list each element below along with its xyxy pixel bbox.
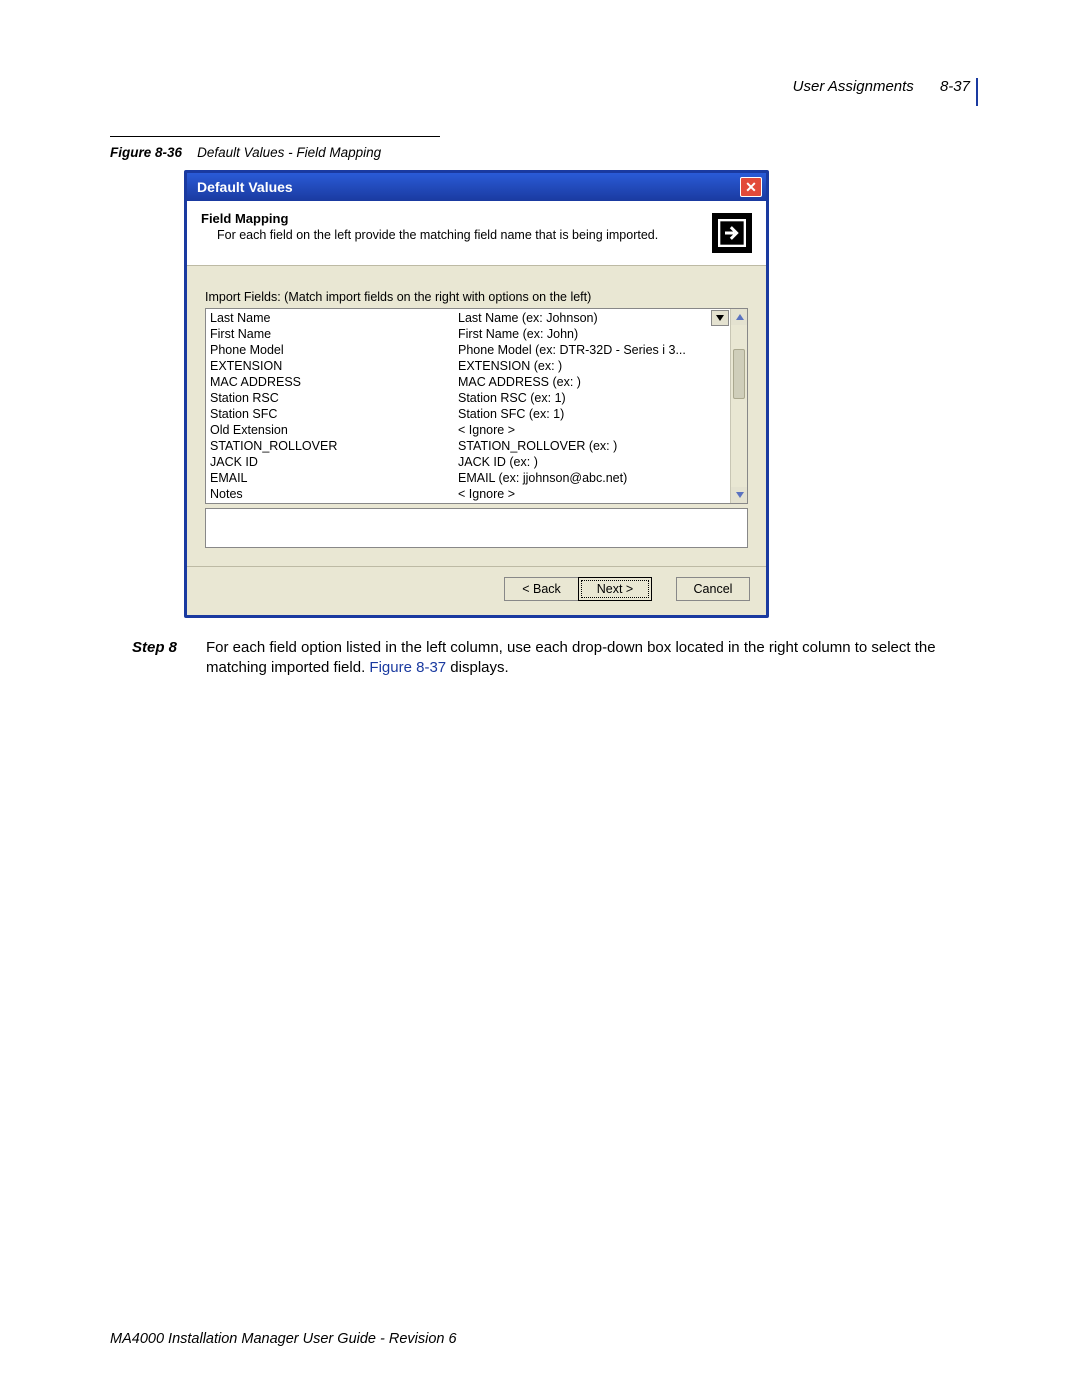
mapped-value-cell[interactable]: MAC ADDRESS (ex: ) <box>457 374 729 390</box>
field-name-cell: Notes <box>209 486 457 502</box>
figure-number: Figure 8-36 <box>110 145 182 160</box>
dialog-title: Default Values <box>197 179 740 195</box>
header-page-number: 8-37 <box>940 78 970 95</box>
figure-caption-rule <box>110 136 440 137</box>
header-rule <box>976 78 978 106</box>
table-row[interactable]: MAC ADDRESSMAC ADDRESS (ex: ) <box>209 374 729 390</box>
scroll-down-button[interactable] <box>731 487 748 503</box>
table-row[interactable]: Station RSCStation RSC (ex: 1) <box>209 390 729 406</box>
details-box <box>205 508 748 548</box>
next-button[interactable]: Next > <box>578 577 652 601</box>
step-text-part-2: displays. <box>446 659 509 676</box>
mapped-value-cell[interactable]: Station SFC (ex: 1) <box>457 406 729 422</box>
table-row[interactable]: EXTENSIONEXTENSION (ex: ) <box>209 358 729 374</box>
table-row[interactable]: Station SFCStation SFC (ex: 1) <box>209 406 729 422</box>
chevron-down-icon <box>736 492 744 498</box>
step-text-part-1: For each field option listed in the left… <box>206 639 936 676</box>
field-name-cell: Station RSC <box>209 390 457 406</box>
import-fields-label: Import Fields: (Match import fields on t… <box>205 290 748 304</box>
scroll-thumb[interactable] <box>733 349 745 399</box>
mapped-value-cell[interactable]: < Ignore > <box>457 486 729 502</box>
mapped-value-cell[interactable]: Phone Model (ex: DTR-32D - Series i 3... <box>457 342 729 358</box>
table-row[interactable]: Last NameLast Name (ex: Johnson) <box>209 310 729 326</box>
dropdown-arrow-button[interactable] <box>711 310 729 326</box>
wizard-header-description: For each field on the left provide the m… <box>217 228 702 242</box>
close-icon: ✕ <box>745 179 757 196</box>
mapped-value-cell[interactable]: Last Name (ex: Johnson) <box>457 310 729 326</box>
arrow-right-box-icon <box>718 219 746 247</box>
back-button[interactable]: < Back <box>504 577 578 601</box>
table-row[interactable]: Notes< Ignore > <box>209 486 729 502</box>
step-label: Step 8 <box>132 638 206 679</box>
mapped-value-cell[interactable]: EMAIL (ex: jjohnson@abc.net) <box>457 470 729 486</box>
table-row[interactable]: STATION_ROLLOVERSTATION_ROLLOVER (ex: ) <box>209 438 729 454</box>
step-text: For each field option listed in the left… <box>206 638 970 679</box>
mapped-value-cell[interactable]: STATION_ROLLOVER (ex: ) <box>457 438 729 454</box>
field-name-cell: JACK ID <box>209 454 457 470</box>
wizard-icon <box>712 213 752 253</box>
table-row[interactable]: Phone ModelPhone Model (ex: DTR-32D - Se… <box>209 342 729 358</box>
wizard-header: Field Mapping For each field on the left… <box>187 201 766 266</box>
table-row[interactable]: EMAILEMAIL (ex: jjohnson@abc.net) <box>209 470 729 486</box>
header-section-title: User Assignments <box>793 78 914 95</box>
figure-caption: Figure 8-36 Default Values - Field Mappi… <box>110 145 970 160</box>
chevron-up-icon <box>736 314 744 320</box>
dialog-default-values: Default Values ✕ Field Mapping For each … <box>184 170 769 618</box>
field-name-cell: First Name <box>209 326 457 342</box>
field-name-cell: Station SFC <box>209 406 457 422</box>
field-name-cell: EXTENSION <box>209 358 457 374</box>
grid-scrollbar[interactable] <box>730 309 747 503</box>
mapped-value-cell[interactable]: JACK ID (ex: ) <box>457 454 729 470</box>
mapped-value-cell[interactable]: EXTENSION (ex: ) <box>457 358 729 374</box>
mapped-value-cell[interactable]: Station RSC (ex: 1) <box>457 390 729 406</box>
mapped-value-cell[interactable]: First Name (ex: John) <box>457 326 729 342</box>
titlebar[interactable]: Default Values ✕ <box>187 173 766 201</box>
table-row[interactable]: First NameFirst Name (ex: John) <box>209 326 729 342</box>
mapped-value-cell[interactable]: < Ignore > <box>457 422 729 438</box>
dialog-footer: < Back Next > Cancel <box>187 567 766 615</box>
field-name-cell: Phone Model <box>209 342 457 358</box>
field-name-cell: STATION_ROLLOVER <box>209 438 457 454</box>
table-row[interactable]: JACK IDJACK ID (ex: ) <box>209 454 729 470</box>
field-name-cell: MAC ADDRESS <box>209 374 457 390</box>
page-header: User Assignments 8-37 <box>793 78 970 95</box>
chevron-down-icon <box>716 315 724 321</box>
figure-reference[interactable]: Figure 8-37 <box>369 659 446 676</box>
step-8-block: Step 8 For each field option listed in t… <box>132 638 970 679</box>
close-button[interactable]: ✕ <box>740 177 762 197</box>
field-name-cell: EMAIL <box>209 470 457 486</box>
scroll-up-button[interactable] <box>731 309 748 325</box>
field-mapping-grid[interactable]: Last NameLast Name (ex: Johnson)First Na… <box>205 308 748 504</box>
wizard-header-title: Field Mapping <box>201 211 702 226</box>
figure-title: Default Values - Field Mapping <box>197 145 381 160</box>
page-footer: MA4000 Installation Manager User Guide -… <box>110 1331 457 1347</box>
table-row[interactable]: Old Extension< Ignore > <box>209 422 729 438</box>
field-name-cell: Last Name <box>209 310 457 326</box>
field-name-cell: Old Extension <box>209 422 457 438</box>
cancel-button[interactable]: Cancel <box>676 577 750 601</box>
